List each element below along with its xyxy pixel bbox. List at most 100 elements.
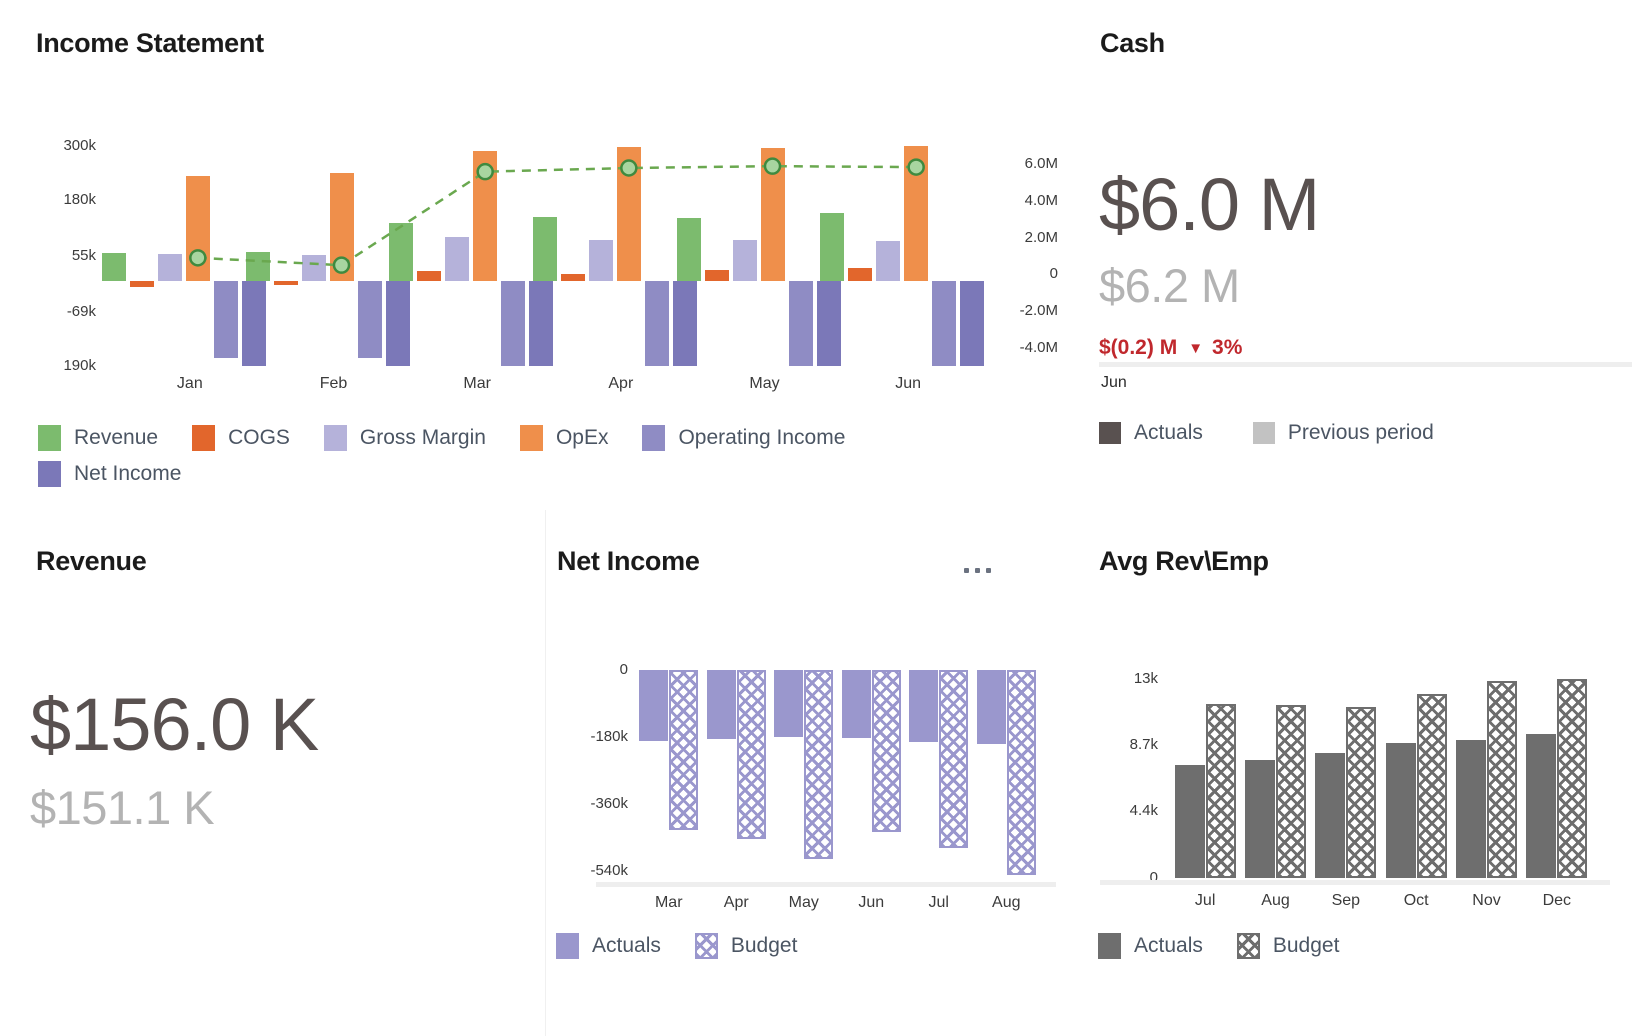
avg-rev-emp-chart[interactable]: 13k 8.7k 4.4k 0 Jul Aug Sep Oct Nov Dec xyxy=(1090,650,1632,909)
net-income-bar-budget xyxy=(804,670,834,860)
cash-title: Cash xyxy=(1100,28,1165,58)
avg-rev-emp-bar-budget xyxy=(1276,705,1306,878)
financial-dashboard: Income Statement 300k 180k 55k -69k 190k 6.0M… xyxy=(0,0,1632,1036)
net-income-bar-actuals xyxy=(706,670,736,739)
avg-rev-emp-bar-actuals xyxy=(1174,764,1205,878)
avg-rev-emp-card: Avg Rev\Emp 13k 8.7k 4.4k 0 Jul Aug Sep Oct Nov D… xyxy=(1090,510,1632,1036)
cash-delta: $(0.2) M ▼ 3% xyxy=(1099,336,1242,360)
legend-item: Actuals xyxy=(1099,421,1203,445)
net-income-bar-actuals xyxy=(909,670,939,742)
avg-rev-emp-y-tick: 13k xyxy=(1133,670,1158,688)
avg-rev-emp-baseline xyxy=(1100,880,1610,885)
net-income-bar-budget xyxy=(736,670,766,839)
avg-rev-emp-bar-budget xyxy=(1557,679,1588,878)
net-income-y-tick: -540k xyxy=(590,861,628,879)
avg-rev-emp-legend: Actuals Budget xyxy=(1098,933,1618,969)
kebab-menu-icon[interactable] xyxy=(964,568,991,573)
net-income-bar-budget xyxy=(669,670,699,830)
cash-delta-value: $(0.2) M xyxy=(1099,336,1178,359)
legend-item: Actuals xyxy=(1098,933,1203,959)
avg-rev-emp-bar-budget xyxy=(1205,703,1236,878)
income-statement-card: Income Statement 300k 180k 55k -69k 190k 6.0M… xyxy=(0,0,1070,510)
legend-item: Revenue xyxy=(38,425,158,451)
avg-rev-emp-bar-budget xyxy=(1487,680,1517,878)
net-income-bar-actuals xyxy=(841,670,871,738)
legend-swatch xyxy=(519,425,543,451)
legend-item: Operating Income xyxy=(642,425,845,451)
legend-item: Net Income xyxy=(38,461,181,487)
legend-label: Revenue xyxy=(74,426,159,449)
legend-swatch-budget xyxy=(1236,933,1260,959)
net-income-bar-actuals xyxy=(774,670,804,737)
net-income-baseline xyxy=(596,882,1056,887)
legend-item: Gross Margin xyxy=(323,425,486,451)
net-income-bar-budget xyxy=(1006,670,1036,876)
avg-rev-emp-bar-actuals xyxy=(1526,734,1557,878)
legend-item: OpEx xyxy=(519,425,609,451)
legend-label: Operating Income xyxy=(678,426,846,449)
net-income-y-tick: 0 xyxy=(619,661,628,678)
revenue-previous-value: $151.1 K xyxy=(30,781,215,834)
legend-swatch xyxy=(38,461,61,487)
legend-label: Budget xyxy=(1272,934,1340,957)
cash-divider xyxy=(1099,362,1632,367)
legend-label: Actuals xyxy=(1134,421,1203,444)
legend-swatch xyxy=(1252,422,1275,444)
income-statement-chart[interactable]: 300k 180k 55k -69k 190k 6.0M 4.0M 2.0M 0 -2.0M -4.… xyxy=(0,120,1070,392)
cash-card: Cash $6.0 M $6.2 M $(0.2) M ▼ 3% Jun Act… xyxy=(1070,0,1632,510)
cash-legend: Actuals Previous period xyxy=(1099,421,1619,455)
legend-swatch xyxy=(323,425,347,451)
avg-rev-emp-bar-actuals xyxy=(1456,740,1486,878)
legend-item: Actuals xyxy=(556,933,661,959)
cash-previous-value: $6.2 M xyxy=(1099,259,1240,312)
trend-down-icon: ▼ xyxy=(1188,339,1204,357)
avg-rev-emp-bar-actuals xyxy=(1315,752,1346,878)
legend-label: Previous period xyxy=(1287,421,1434,444)
legend-swatch xyxy=(192,425,216,451)
net-income-title: Net Income xyxy=(557,546,700,576)
avg-rev-emp-bar-budget xyxy=(1346,706,1377,878)
cash-period: Jun xyxy=(1101,374,1127,391)
legend-label: Actuals xyxy=(1134,934,1203,957)
income-statement-legend: Revenue COGS Gross Margin OpEx Operating Inc… xyxy=(38,425,1038,497)
legend-swatch-budget xyxy=(694,933,718,959)
net-income-chart[interactable]: 0 -180k -360k -540k Mar Apr May Jun Jul Aug xyxy=(546,650,1091,911)
net-income-y-tick: -180k xyxy=(590,727,628,745)
revenue-title: Revenue xyxy=(36,546,147,576)
legend-swatch-actuals xyxy=(556,933,579,959)
avg-rev-emp-title: Avg Rev\Emp xyxy=(1099,546,1269,576)
avg-rev-emp-bar-budget xyxy=(1416,694,1447,878)
income-cash-line xyxy=(189,157,925,274)
avg-rev-emp-y-tick: 4.4k xyxy=(1129,801,1158,819)
avg-rev-emp-x-tick: Dec xyxy=(1542,892,1572,909)
revenue-card: Revenue $156.0 K $151.1 K $4.9 K ▲ 3% Ju… xyxy=(0,510,545,1036)
legend-label: Budget xyxy=(730,934,798,957)
legend-swatch xyxy=(38,425,61,451)
net-income-bar-actuals xyxy=(639,670,669,741)
legend-label: OpEx xyxy=(555,426,609,449)
net-income-card: Net Income 0 -180k -360k -540k Mar Apr May Jun J… xyxy=(545,510,1090,1036)
income-statement-title: Income Statement xyxy=(36,28,264,58)
legend-item: Budget xyxy=(694,933,798,959)
legend-label: COGS xyxy=(228,426,290,449)
legend-swatch-actuals xyxy=(1098,933,1121,959)
legend-swatch xyxy=(642,425,666,451)
cash-value: $6.0 M xyxy=(1099,163,1320,246)
legend-label: Gross Margin xyxy=(359,426,486,449)
legend-label: Net Income xyxy=(74,462,182,485)
legend-item: Previous period xyxy=(1252,421,1434,445)
net-income-bar-budget xyxy=(871,670,901,833)
legend-swatch xyxy=(1099,422,1121,444)
net-income-x-tick: Aug xyxy=(992,894,1021,911)
legend-item: COGS xyxy=(192,425,290,451)
net-income-y-tick: -360k xyxy=(590,794,628,812)
net-income-legend: Actuals Budget xyxy=(556,933,1076,969)
legend-item: Budget xyxy=(1236,933,1340,959)
legend-label: Actuals xyxy=(592,934,661,957)
net-income-bar-actuals xyxy=(976,670,1006,745)
revenue-value: $156.0 K xyxy=(30,683,319,766)
avg-rev-emp-bar-actuals xyxy=(1245,760,1275,878)
avg-rev-emp-bar-actuals xyxy=(1385,743,1416,878)
avg-rev-emp-y-tick: 8.7k xyxy=(1129,735,1158,753)
cash-delta-percent: 3% xyxy=(1212,336,1243,359)
